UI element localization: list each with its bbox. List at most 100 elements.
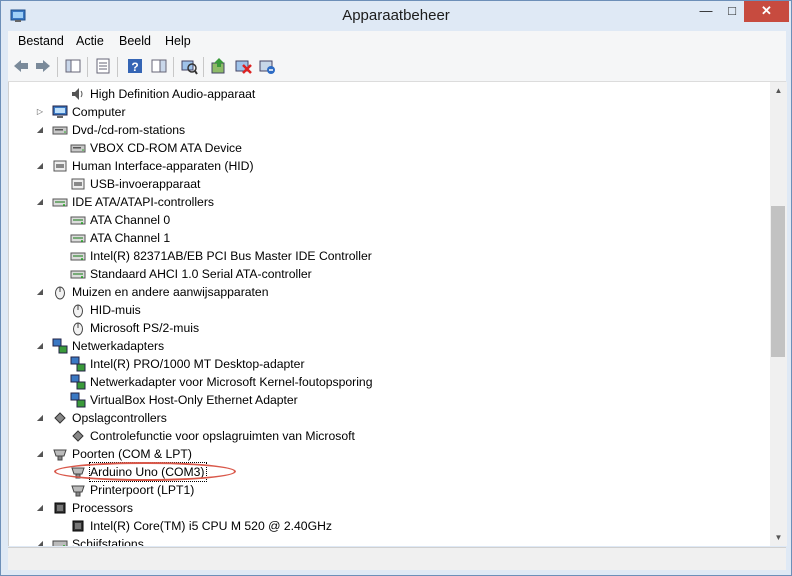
tree-item-label: Processors	[72, 501, 133, 515]
tree-item-label: Muizen en andere aanwijsapparaten	[72, 285, 269, 299]
tree-device[interactable]: Intel(R) Core(TM) i5 CPU M 520 @ 2.40GHz	[9, 517, 769, 535]
toolbar-separator	[173, 57, 174, 77]
tree-category[interactable]: ◢ Schijfstations	[9, 535, 769, 546]
tree-category[interactable]: ◢ Dvd-/cd-rom-stations	[9, 121, 769, 139]
tree-category[interactable]: ◢ Muizen en andere aanwijsapparaten	[9, 283, 769, 301]
tree-device[interactable]: VBOX CD-ROM ATA Device	[9, 139, 769, 157]
hid-icon	[53, 160, 67, 172]
computer-icon	[52, 105, 68, 118]
tree-item-label: VBOX CD-ROM ATA Device	[90, 141, 242, 155]
tree-item-label: Printerpoort (LPT1)	[90, 483, 195, 497]
mouse-icon	[73, 304, 83, 318]
scan-hardware-changes-icon[interactable]	[180, 57, 198, 75]
tree-category[interactable]: ◢ IDE ATA/ATAPI-controllers	[9, 193, 769, 211]
help-icon[interactable]: ?	[126, 57, 144, 75]
collapse-arrow-icon[interactable]: ◢	[35, 409, 45, 427]
tree-item-label: Intel(R) Core(TM) i5 CPU M 520 @ 2.40GHz	[90, 519, 332, 533]
tree-device[interactable]: VirtualBox Host-Only Ethernet Adapter	[9, 391, 769, 409]
collapse-arrow-icon[interactable]: ◢	[35, 445, 45, 463]
ide-controller-icon	[52, 198, 68, 207]
forward-icon[interactable]	[34, 57, 52, 75]
collapse-arrow-icon[interactable]: ◢	[35, 193, 45, 211]
tree-device[interactable]: USB-invoerapparaat	[9, 175, 769, 193]
tree-device[interactable]: ATA Channel 0	[9, 211, 769, 229]
network-adapter-icon	[70, 392, 86, 408]
ide-controller-icon	[70, 234, 86, 243]
tree-item-label: Opslagcontrollers	[72, 411, 167, 425]
tree-device[interactable]: ATA Channel 1	[9, 229, 769, 247]
processor-icon	[54, 502, 66, 514]
maximize-button[interactable]: □	[719, 1, 745, 22]
tree-item-label: ATA Channel 1	[90, 231, 171, 245]
collapse-arrow-icon[interactable]: ◢	[35, 499, 45, 517]
tree-category[interactable]: ▷ Computer	[9, 103, 769, 121]
tree-device[interactable]: High Definition Audio-apparaat	[9, 85, 769, 103]
tree-item-label: Dvd-/cd-rom-stations	[72, 123, 186, 137]
menu-bestand[interactable]: Bestand	[18, 34, 64, 48]
tree-category[interactable]: ◢ Opslagcontrollers	[9, 409, 769, 427]
tree-device[interactable]: Microsoft PS/2-muis	[9, 319, 769, 337]
tree-item-label: ATA Channel 0	[90, 213, 171, 227]
title-bar[interactable]: Apparaatbeheer — □ ✕	[1, 1, 791, 31]
dvd-drive-icon	[70, 144, 86, 153]
tree-category[interactable]: ◢ Netwerkadapters	[9, 337, 769, 355]
tree-device[interactable]: Standaard AHCI 1.0 Serial ATA-controller	[9, 265, 769, 283]
network-adapter-icon	[70, 356, 86, 372]
tree-item-label: IDE ATA/ATAPI-controllers	[72, 195, 214, 209]
expand-arrow-icon[interactable]: ▷	[35, 103, 45, 121]
tree-item-label: Computer	[72, 105, 126, 119]
toolbar-separator	[87, 57, 88, 77]
tree-item-label: Poorten (COM & LPT)	[72, 447, 192, 461]
tree-device[interactable]: Intel(R) 82371AB/EB PCI Bus Master IDE C…	[9, 247, 769, 265]
ide-controller-icon	[70, 270, 86, 279]
tree-device[interactable]: HID-muis	[9, 301, 769, 319]
tree-device[interactable]: Intel(R) PRO/1000 MT Desktop-adapter	[9, 355, 769, 373]
tree-device[interactable]: Printerpoort (LPT1)	[9, 481, 769, 499]
toolbar: ?	[8, 52, 786, 82]
toolbar-separator	[117, 57, 118, 77]
minimize-button[interactable]: —	[693, 1, 719, 22]
tree-item-label: Intel(R) 82371AB/EB PCI Bus Master IDE C…	[90, 249, 372, 263]
menu-help[interactable]: Help	[165, 34, 191, 48]
menu-bar: Bestand Actie Beeld Help	[8, 31, 786, 52]
action-pane-icon[interactable]	[150, 57, 168, 75]
collapse-arrow-icon[interactable]: ◢	[35, 337, 45, 355]
tree-item-label: Human Interface-apparaten (HID)	[72, 159, 254, 173]
mouse-icon	[73, 322, 83, 336]
show-hide-console-tree-icon[interactable]	[64, 57, 82, 75]
network-adapter-icon	[52, 338, 68, 354]
ide-controller-icon	[70, 252, 86, 261]
tree-item-label: Controlefunctie voor opslagruimten van M…	[90, 429, 355, 443]
vertical-scrollbar[interactable]: ▲ ▼	[770, 82, 787, 546]
tree-item-label: Microsoft PS/2-muis	[90, 321, 200, 335]
close-button[interactable]: ✕	[744, 1, 789, 22]
tree-category[interactable]: ◢ Human Interface-apparaten (HID)	[9, 157, 769, 175]
collapse-arrow-icon[interactable]: ◢	[35, 121, 45, 139]
dvd-drive-icon	[52, 126, 68, 135]
menu-actie[interactable]: Actie	[76, 34, 104, 48]
tree-category[interactable]: ◢ Poorten (COM & LPT)	[9, 445, 769, 463]
port-icon	[71, 485, 85, 497]
processor-icon	[72, 520, 84, 532]
properties-icon[interactable]	[94, 57, 112, 75]
collapse-arrow-icon[interactable]: ◢	[35, 157, 45, 175]
storage-controller-icon	[54, 412, 66, 424]
scroll-up-icon[interactable]: ▲	[770, 82, 787, 99]
disable-device-icon[interactable]	[234, 57, 252, 75]
tree-item-label: Netwerkadapters	[72, 339, 165, 353]
storage-controller-icon	[72, 430, 84, 442]
tree-device[interactable]: Controlefunctie voor opslagruimten van M…	[9, 427, 769, 445]
tree-category[interactable]: ◢ Processors	[9, 499, 769, 517]
collapse-arrow-icon[interactable]: ◢	[35, 283, 45, 301]
scrollbar-thumb[interactable]	[771, 206, 785, 357]
back-icon[interactable]	[12, 57, 30, 75]
scroll-down-icon[interactable]: ▼	[770, 529, 787, 546]
uninstall-device-icon[interactable]	[258, 57, 276, 75]
tree-device[interactable]: Netwerkadapter voor Microsoft Kernel-fou…	[9, 373, 769, 391]
network-adapter-icon	[70, 374, 86, 390]
collapse-arrow-icon[interactable]: ◢	[35, 535, 45, 546]
port-icon	[53, 449, 67, 461]
update-driver-icon[interactable]	[210, 57, 228, 75]
tree-item-label: HID-muis	[90, 303, 141, 317]
menu-beeld[interactable]: Beeld	[119, 34, 151, 48]
